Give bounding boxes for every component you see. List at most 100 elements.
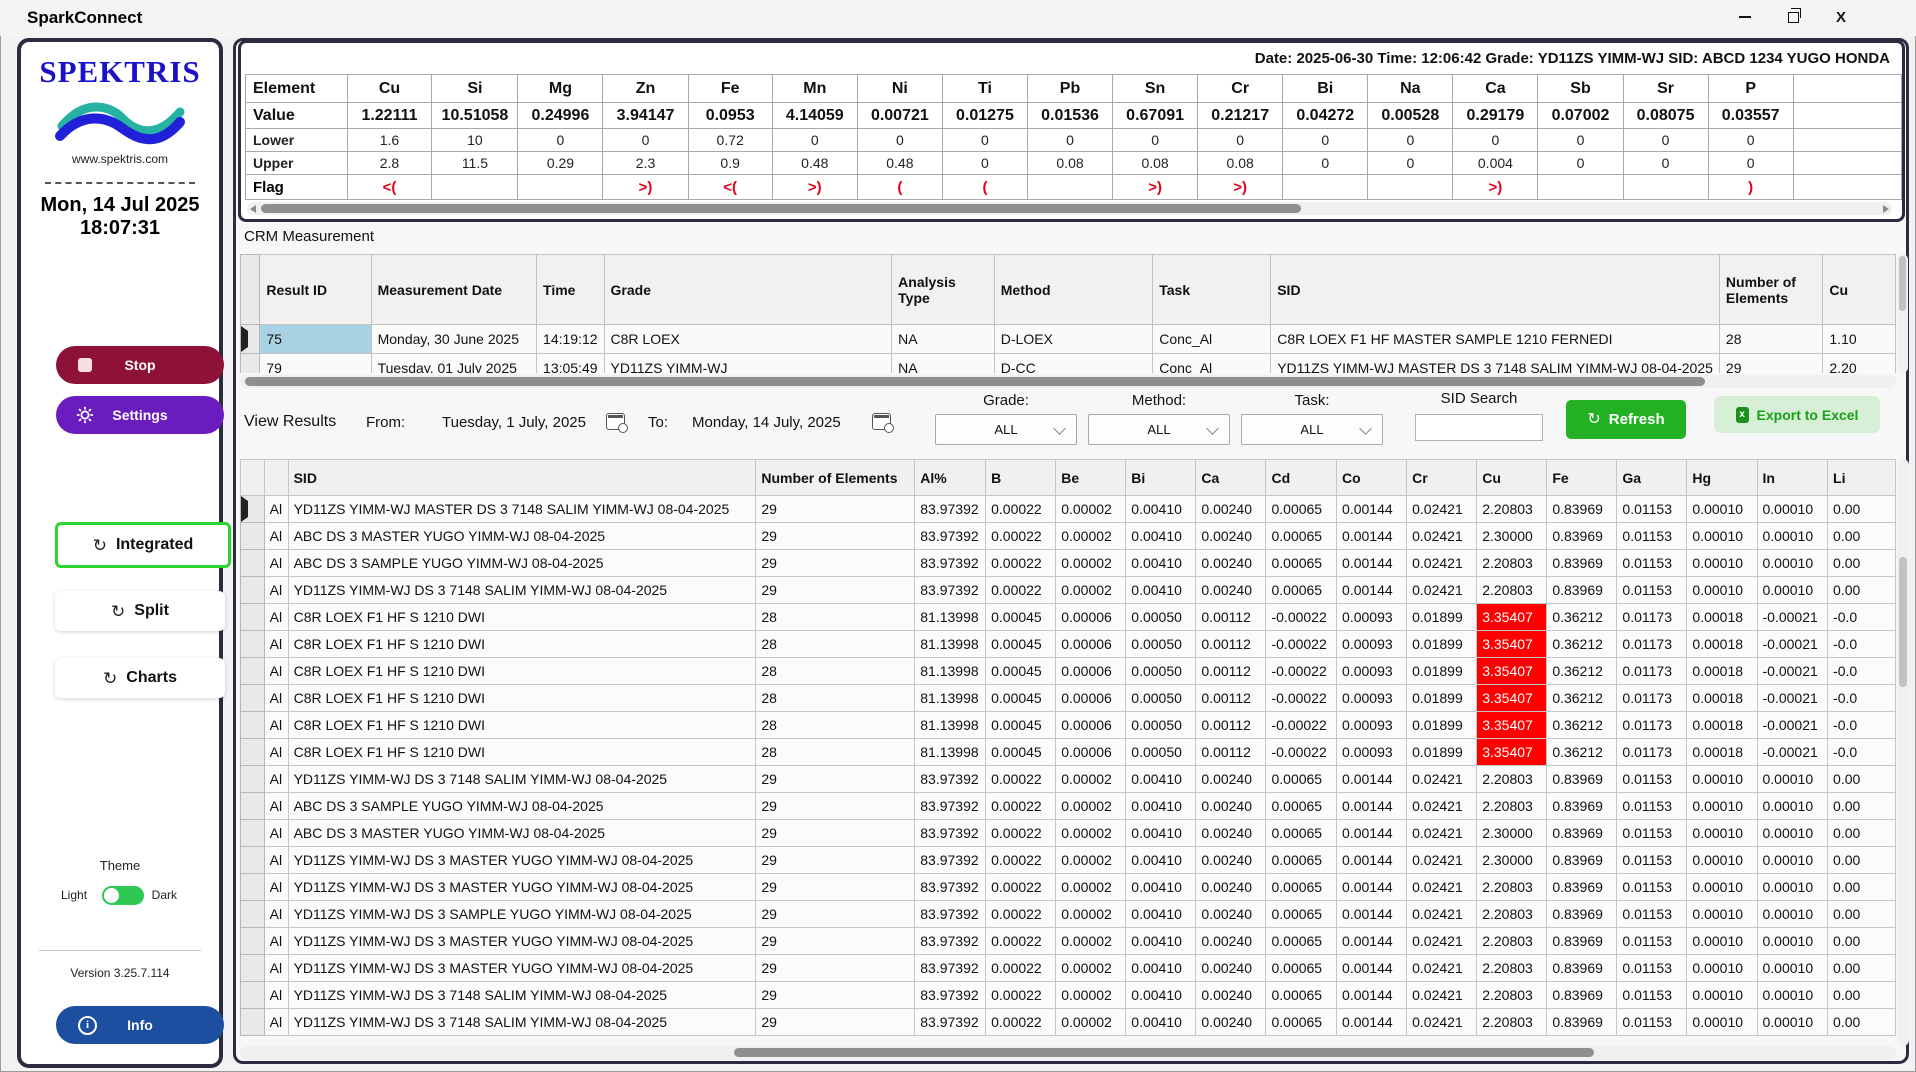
results-cell-value[interactable]: 0.00240 bbox=[1196, 982, 1266, 1009]
results-cell-value[interactable]: -0.00021 bbox=[1757, 604, 1828, 631]
results-cell-elements[interactable]: 29 bbox=[756, 820, 915, 847]
results-cell-elements[interactable]: 29 bbox=[756, 982, 915, 1009]
results-cell-value[interactable]: 0.00010 bbox=[1687, 901, 1757, 928]
results-cell-value[interactable]: 0.01173 bbox=[1617, 712, 1687, 739]
results-cell-value[interactable]: 81.13998 bbox=[915, 712, 986, 739]
row-selector[interactable] bbox=[241, 577, 265, 604]
to-date-value[interactable]: Monday, 14 July, 2025 bbox=[692, 414, 841, 431]
results-cell-value[interactable]: 0.00065 bbox=[1266, 766, 1337, 793]
results-cell-value[interactable]: 0.00240 bbox=[1196, 496, 1266, 523]
results-cell-value[interactable]: 0.00093 bbox=[1337, 739, 1407, 766]
results-cell-value[interactable]: 0.00 bbox=[1828, 820, 1896, 847]
results-cell-value[interactable]: 2.20803 bbox=[1477, 766, 1547, 793]
results-cell-value[interactable]: 2.20803 bbox=[1477, 1009, 1547, 1036]
results-cell-value[interactable]: 3.35407 bbox=[1477, 712, 1547, 739]
results-cell-value[interactable]: 0.00018 bbox=[1687, 712, 1757, 739]
results-cell-value[interactable]: 0.83969 bbox=[1547, 928, 1617, 955]
results-cell-sid[interactable]: YD11ZS YIMM-WJ DS 3 7148 SALIM YIMM-WJ 0… bbox=[288, 1009, 756, 1036]
results-cell-value[interactable]: 0.00006 bbox=[1056, 604, 1126, 631]
results-cell-value[interactable]: 0.01173 bbox=[1617, 631, 1687, 658]
results-cell-value[interactable]: 2.20803 bbox=[1477, 793, 1547, 820]
crm-cell-sid[interactable]: YD11ZS YIMM-WJ MASTER DS 3 7148 SALIM YI… bbox=[1271, 354, 1720, 374]
results-cell-value[interactable]: 0.00002 bbox=[1056, 766, 1126, 793]
results-cell-value[interactable]: 0.00 bbox=[1828, 793, 1896, 820]
results-cell-value[interactable]: 0.00144 bbox=[1337, 955, 1407, 982]
results-cell-value[interactable]: 0.00022 bbox=[986, 577, 1056, 604]
results-cell-value[interactable]: 0.00010 bbox=[1757, 901, 1828, 928]
results-cell-value[interactable]: 0.00010 bbox=[1757, 523, 1828, 550]
results-cell-value[interactable]: 83.97392 bbox=[915, 1009, 986, 1036]
results-cell-value[interactable]: 2.20803 bbox=[1477, 577, 1547, 604]
results-cell-value[interactable]: 0.00010 bbox=[1687, 577, 1757, 604]
results-cell-value[interactable]: 0.00240 bbox=[1196, 901, 1266, 928]
results-cell-value[interactable]: 0.00144 bbox=[1337, 820, 1407, 847]
results-cell-value[interactable]: 0.01153 bbox=[1617, 928, 1687, 955]
results-cell-sid[interactable]: YD11ZS YIMM-WJ DS 3 MASTER YUGO YIMM-WJ … bbox=[288, 874, 756, 901]
results-cell-value[interactable]: 0.02421 bbox=[1407, 550, 1477, 577]
results-cell-value[interactable]: 0.00050 bbox=[1126, 712, 1196, 739]
results-cell-value[interactable]: -0.00022 bbox=[1266, 685, 1337, 712]
results-col-header[interactable] bbox=[264, 460, 288, 496]
row-selector[interactable] bbox=[241, 712, 265, 739]
results-cell-value[interactable]: 0.00144 bbox=[1337, 1009, 1407, 1036]
results-cell-value[interactable]: 0.00144 bbox=[1337, 901, 1407, 928]
results-cell-value[interactable]: 0.00022 bbox=[986, 928, 1056, 955]
results-cell-value[interactable]: -0.00021 bbox=[1757, 631, 1828, 658]
results-cell-elements[interactable]: 29 bbox=[756, 928, 915, 955]
results-cell-value[interactable]: 0.00144 bbox=[1337, 550, 1407, 577]
results-cell-value[interactable]: 0.01153 bbox=[1617, 901, 1687, 928]
crm-cell-result-id[interactable]: 79 bbox=[260, 354, 371, 374]
export-to-excel-button[interactable]: x Export to Excel bbox=[1714, 396, 1880, 433]
results-cell-value[interactable]: 0.00410 bbox=[1126, 847, 1196, 874]
crm-col-header[interactable]: Number of Elements bbox=[1719, 255, 1822, 325]
results-cell-sid[interactable]: C8R LOEX F1 HF S 1210 DWI bbox=[288, 658, 756, 685]
results-cell-value[interactable]: 2.20803 bbox=[1477, 901, 1547, 928]
results-cell-value[interactable]: 0.02421 bbox=[1407, 928, 1477, 955]
results-cell-sid[interactable]: YD11ZS YIMM-WJ DS 3 SAMPLE YUGO YIMM-WJ … bbox=[288, 901, 756, 928]
results-cell-value[interactable]: 0.00022 bbox=[986, 847, 1056, 874]
results-cell-value[interactable]: 0.02421 bbox=[1407, 820, 1477, 847]
results-cell-value[interactable]: 0.00045 bbox=[986, 712, 1056, 739]
results-cell-value[interactable]: 0.00410 bbox=[1126, 577, 1196, 604]
results-cell-value[interactable]: 0.00018 bbox=[1687, 685, 1757, 712]
results-cell-elements[interactable]: 28 bbox=[756, 712, 915, 739]
results-cell-elements[interactable]: 29 bbox=[756, 874, 915, 901]
results-cell-value[interactable]: 0.00050 bbox=[1126, 658, 1196, 685]
results-cell-value[interactable]: 0.01899 bbox=[1407, 658, 1477, 685]
results-cell-value[interactable]: 0.00112 bbox=[1196, 658, 1266, 685]
results-cell-value[interactable]: 2.20803 bbox=[1477, 982, 1547, 1009]
results-cell-value[interactable]: 0.83969 bbox=[1547, 523, 1617, 550]
results-cell-value[interactable]: 0.00 bbox=[1828, 496, 1896, 523]
results-cell-task-clipped[interactable]: Al bbox=[264, 847, 288, 874]
results-cell-value[interactable]: 0.00240 bbox=[1196, 793, 1266, 820]
results-cell-value[interactable]: 0.00 bbox=[1828, 955, 1896, 982]
results-cell-task-clipped[interactable]: Al bbox=[264, 820, 288, 847]
results-cell-value[interactable]: 2.30000 bbox=[1477, 847, 1547, 874]
results-cell-value[interactable]: 0.00010 bbox=[1687, 766, 1757, 793]
results-cell-value[interactable]: 2.20803 bbox=[1477, 496, 1547, 523]
row-selector[interactable] bbox=[241, 523, 265, 550]
results-cell-value[interactable]: 0.00002 bbox=[1056, 982, 1126, 1009]
results-cell-value[interactable]: 0.00002 bbox=[1056, 1009, 1126, 1036]
results-cell-task-clipped[interactable]: Al bbox=[264, 496, 288, 523]
from-calendar-icon[interactable] bbox=[606, 413, 625, 430]
results-cell-value[interactable]: 0.83969 bbox=[1547, 955, 1617, 982]
results-cell-value[interactable]: 0.00 bbox=[1828, 766, 1896, 793]
results-cell-elements[interactable]: 29 bbox=[756, 523, 915, 550]
crm-cell-task[interactable]: Conc_Al bbox=[1153, 325, 1271, 354]
row-selector[interactable] bbox=[241, 874, 265, 901]
row-selector[interactable] bbox=[241, 631, 265, 658]
results-cell-value[interactable]: 0.00065 bbox=[1266, 955, 1337, 982]
results-cell-value[interactable]: 0.00010 bbox=[1757, 928, 1828, 955]
results-cell-sid[interactable]: C8R LOEX F1 HF S 1210 DWI bbox=[288, 631, 756, 658]
results-cell-value[interactable]: 0.00002 bbox=[1056, 928, 1126, 955]
results-cell-value[interactable]: -0.00021 bbox=[1757, 712, 1828, 739]
results-col-header[interactable]: Cu bbox=[1477, 460, 1547, 496]
minimize-button[interactable] bbox=[1722, 0, 1768, 34]
results-cell-sid[interactable]: YD11ZS YIMM-WJ DS 3 7148 SALIM YIMM-WJ 0… bbox=[288, 577, 756, 604]
results-cell-value[interactable]: 0.36212 bbox=[1547, 604, 1617, 631]
crm-cell-sid[interactable]: C8R LOEX F1 HF MASTER SAMPLE 1210 FERNED… bbox=[1271, 325, 1720, 354]
results-cell-value[interactable]: 0.00010 bbox=[1687, 523, 1757, 550]
results-col-header[interactable]: Number of Elements bbox=[756, 460, 915, 496]
results-cell-value[interactable]: 81.13998 bbox=[915, 739, 986, 766]
